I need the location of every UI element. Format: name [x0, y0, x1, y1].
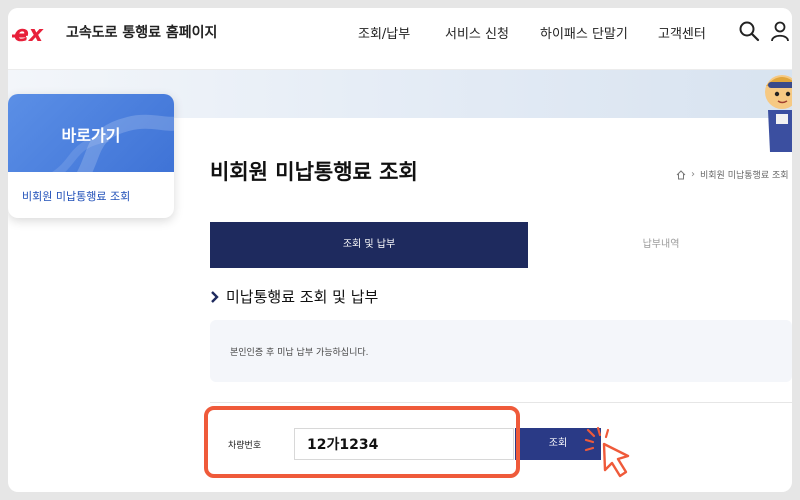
page-title: 비회원 미납통행료 조회 — [210, 160, 418, 184]
section-heading-text: 미납통행료 조회 및 납부 — [226, 288, 379, 306]
nav-item-customer-center[interactable]: 고객센터 — [658, 23, 706, 42]
chevron-right-icon — [211, 290, 219, 303]
site-header: ex 고속도로 통행료 홈페이지 조회/납부 서비스 신청 하이패스 단말기 고… — [8, 8, 792, 70]
site-title[interactable]: 고속도로 통행료 홈페이지 — [66, 22, 217, 42]
breadcrumb: › 비회원 미납통행료 조회 › — [676, 168, 792, 181]
nav-item-inquiry-payment[interactable]: 조회/납부 — [358, 23, 410, 42]
tab-bar: 조회 및 납부 납부내역 — [210, 222, 792, 268]
tab-inquiry-and-payment[interactable]: 조회 및 납부 — [210, 222, 528, 268]
nav-item-service-application[interactable]: 서비스 신청 — [445, 23, 509, 42]
ex-logo[interactable]: ex — [10, 20, 64, 46]
notice-text: 본인인증 후 미납 납부 가능하십니다. — [230, 348, 369, 358]
quick-links-panel: 바로가기 비회원 미납통행료 조회 — [8, 94, 174, 218]
cursor-click-icon — [584, 426, 630, 478]
divider — [210, 402, 792, 403]
annotation-highlight-box — [204, 406, 520, 478]
section-heading: 미납통행료 조회 및 납부 — [210, 286, 378, 307]
user-icon[interactable] — [770, 20, 792, 42]
tab-payment-history[interactable]: 납부내역 — [528, 222, 792, 268]
nav-item-hipass-terminal[interactable]: 하이패스 단말기 — [540, 23, 628, 42]
search-icon[interactable] — [738, 20, 760, 42]
breadcrumb-current[interactable]: 비회원 미납통행료 조회 — [700, 168, 789, 181]
browser-frame: ex 고속도로 통행료 홈페이지 조회/납부 서비스 신청 하이패스 단말기 고… — [8, 8, 792, 492]
breadcrumb-separator: › — [691, 169, 695, 180]
sidebar-item-nonmember-unpaid-toll[interactable]: 비회원 미납통행료 조회 — [22, 188, 130, 204]
quick-links-header: 바로가기 — [8, 94, 174, 172]
quick-links-title: 바로가기 — [61, 126, 121, 145]
svg-text:ex: ex — [14, 22, 44, 46]
home-icon[interactable] — [676, 169, 686, 180]
notice-box: 본인인증 후 미납 납부 가능하십니다. — [210, 320, 792, 382]
mascot-image — [765, 75, 792, 152]
